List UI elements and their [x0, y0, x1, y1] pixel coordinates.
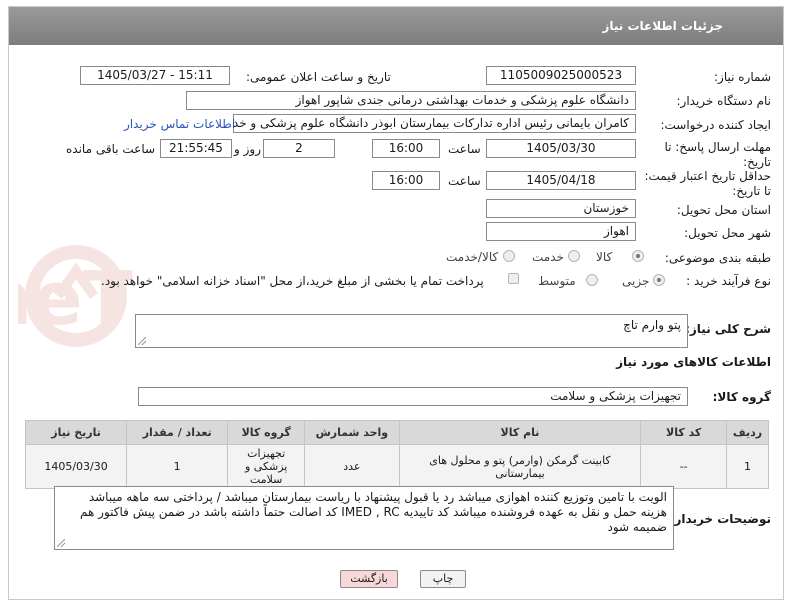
deadline-label: مهلت ارسال پاسخ: تا تاریخ: — [664, 140, 771, 169]
cell-row: 1 — [726, 444, 769, 489]
cell-name: کابینت گرمکن (وارمر) پتو و محلول های بیم… — [398, 444, 642, 489]
category-radio-service[interactable] — [568, 250, 580, 262]
buyer-notes-label: توضیحات خریدار: — [669, 512, 771, 526]
print-button[interactable]: چاپ — [420, 570, 466, 588]
process-radio-minor[interactable] — [653, 274, 665, 286]
price-validity-label: حداقل تاریخ اعتبار قیمت: تا تاریخ: — [644, 169, 771, 198]
need-number-label: شماره نیاز: — [714, 70, 771, 84]
col-code: کد کالا — [640, 420, 728, 445]
deadline-time-field: 16:00 — [372, 139, 440, 158]
cell-code: -- — [640, 444, 728, 489]
payment-note: پرداخت تمام یا بخشی از مبلغ خرید،از محل … — [101, 274, 484, 288]
days-remaining-field: 2 — [263, 139, 335, 158]
description-label: شرح کلی نیاز: — [685, 322, 771, 336]
cell-date: 1405/03/30 — [24, 444, 128, 489]
category-label: طبقه بندی موضوعی: — [664, 251, 771, 265]
resize-grip-icon — [57, 539, 65, 547]
panel-title: جزئیات اطلاعات نیاز — [602, 19, 723, 33]
category-radio-goods[interactable] — [632, 250, 644, 262]
requester-label: ایجاد کننده درخواست: — [660, 118, 771, 132]
deadline-date-field: 1405/03/30 — [486, 139, 636, 158]
cell-unit: عدد — [304, 444, 400, 489]
col-name: نام کالا — [398, 420, 642, 445]
buyer-notes-text: الویت با تامین وتوزیع کننده اهوازی میباش… — [80, 490, 667, 534]
buyer-org-field: دانشگاه علوم پزشکی و خدمات بهداشتی درمان… — [186, 91, 636, 110]
days-label: روز و — [234, 142, 261, 156]
cell-qty: 1 — [126, 444, 229, 489]
category-option-goods: کالا — [596, 250, 613, 264]
announce-label: تاریخ و ساعت اعلان عمومی: — [246, 70, 391, 84]
cell-group: تجهیزات پزشکی و سلامت — [227, 444, 306, 489]
remaining-label: ساعت باقی مانده — [66, 142, 156, 156]
table-row: 1 -- کابینت گرمکن (وارمر) پتو و محلول ها… — [24, 444, 769, 489]
buyer-notes-textarea[interactable]: الویت با تامین وتوزیع کننده اهوازی میباش… — [54, 486, 674, 550]
process-option-minor: جزیی — [622, 274, 650, 288]
col-qty: تعداد / مقدار — [126, 420, 229, 445]
description-text: پتو وارم تاچ — [623, 318, 681, 332]
panel-header: جزئیات اطلاعات نیاز — [9, 7, 783, 45]
goods-table: ردیف کد کالا نام کالا واحد شمارش گروه کا… — [24, 420, 769, 489]
category-radio-goods-service[interactable] — [503, 250, 515, 262]
process-radio-medium[interactable] — [586, 274, 598, 286]
price-time-label: ساعت — [448, 174, 481, 188]
announce-field: 1405/03/27 - 15:11 — [80, 66, 230, 85]
price-time-field: 16:00 — [372, 171, 440, 190]
category-option-service: خدمت — [532, 250, 564, 264]
process-option-medium: متوسط — [538, 274, 576, 288]
resize-grip-icon — [138, 337, 146, 345]
col-group: گروه کالا — [227, 420, 306, 445]
buyer-contact-link[interactable]: اطلاعات تماس خریدار — [124, 117, 235, 131]
goods-group-field: تجهیزات پزشکی و سلامت — [138, 387, 688, 406]
city-field: اهواز — [486, 222, 636, 241]
deadline-time-label: ساعت — [448, 142, 481, 156]
price-date-field: 1405/04/18 — [486, 171, 636, 190]
table-header-row: ردیف کد کالا نام کالا واحد شمارش گروه کا… — [24, 420, 769, 445]
province-label: استان محل تحویل: — [676, 203, 771, 217]
col-row: ردیف — [726, 420, 769, 445]
treasury-payment-checkbox[interactable] — [508, 273, 519, 284]
need-number-field: 1105009025000523 — [486, 66, 636, 85]
category-option-goods-service: کالا/خدمت — [446, 250, 499, 264]
col-date: تاریخ نیاز — [24, 420, 128, 445]
goods-group-label: گروه کالا: — [712, 390, 771, 404]
requester-field: کامران بایمانی رئیس اداره تدارکات بیمارس… — [233, 114, 636, 133]
remaining-time-field: 21:55:45 — [160, 139, 232, 158]
buyer-org-label: نام دستگاه خریدار: — [676, 94, 772, 108]
description-textarea[interactable]: پتو وارم تاچ — [135, 314, 688, 348]
goods-info-title: اطلاعات کالاهای مورد نیاز — [616, 355, 771, 369]
back-button[interactable]: بازگشت — [340, 570, 398, 588]
process-label: نوع فرآیند خرید : — [686, 274, 771, 288]
province-field: خوزستان — [486, 199, 636, 218]
col-unit: واحد شمارش — [304, 420, 400, 445]
city-label: شهر محل تحویل: — [684, 226, 771, 240]
